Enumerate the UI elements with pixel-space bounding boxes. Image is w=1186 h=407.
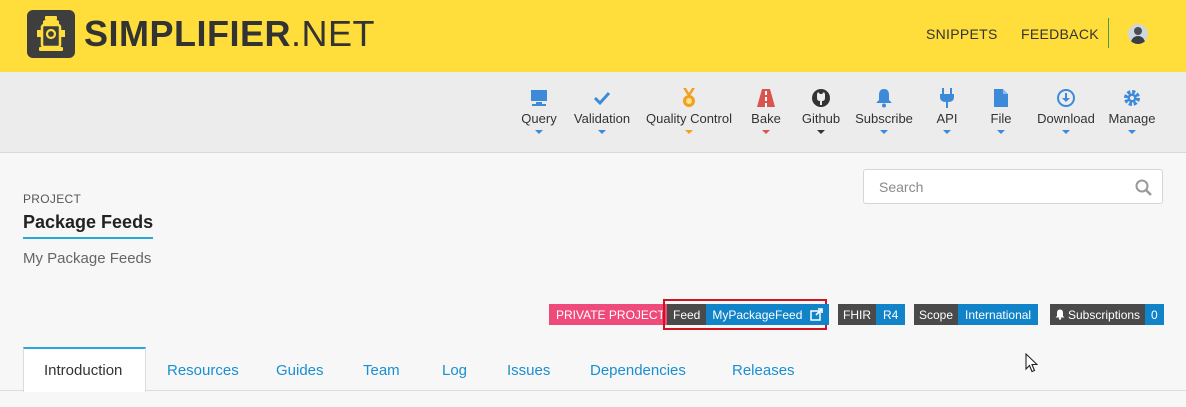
toolbar-download-label: Download xyxy=(1037,111,1095,126)
toolbar-validation[interactable]: Validation xyxy=(573,88,631,138)
github-icon xyxy=(812,89,830,107)
brand-suffix: .NET xyxy=(291,13,376,54)
private-project-label: PRIVATE PROJECT xyxy=(549,304,672,325)
tab-team[interactable]: Team xyxy=(363,347,400,391)
tab-guides[interactable]: Guides xyxy=(276,347,324,391)
toolbar-bake-label: Bake xyxy=(751,111,781,126)
chevron-down-icon xyxy=(997,130,1005,134)
toolbar-file[interactable]: File xyxy=(987,88,1015,138)
tab-issues[interactable]: Issues xyxy=(507,347,550,391)
subscriptions-label: Subscriptions xyxy=(1068,307,1141,322)
nav-snippets-link[interactable]: SNIPPETS xyxy=(926,26,998,42)
toolbar-quality-control[interactable]: Quality Control xyxy=(645,88,733,138)
chevron-down-icon xyxy=(1062,130,1070,134)
toolbar-query[interactable]: Query xyxy=(519,88,559,138)
tab-log[interactable]: Log xyxy=(442,347,467,391)
gear-icon xyxy=(1124,90,1140,106)
project-kicker: PROJECT xyxy=(23,192,82,206)
file-icon xyxy=(994,89,1008,107)
toolbar-manage[interactable]: Manage xyxy=(1108,88,1156,138)
bell-icon xyxy=(876,89,892,108)
toolbar-query-label: Query xyxy=(521,111,557,126)
toolbar-subscribe-label: Subscribe xyxy=(855,111,913,126)
private-project-badge: PRIVATE PROJECT xyxy=(549,304,672,325)
tab-resources[interactable]: Resources xyxy=(167,347,239,391)
toolbar-api-label: API xyxy=(936,111,958,126)
brand-main: SIMPLIFIER xyxy=(84,13,292,54)
toolbar-manage-label: Manage xyxy=(1108,111,1156,126)
chevron-down-icon xyxy=(880,130,888,134)
project-tabs: Introduction Resources Guides Team Log I… xyxy=(0,347,1186,392)
page-title: Package Feeds xyxy=(23,212,154,239)
feed-badge[interactable]: Feed MyPackageFeed xyxy=(667,304,830,325)
toolbar-api[interactable]: API xyxy=(931,88,963,138)
road-icon xyxy=(757,89,775,107)
chevron-down-icon xyxy=(598,130,606,134)
scope-badge: Scope International xyxy=(914,304,1039,325)
fhir-badge: FHIR R4 xyxy=(838,304,906,325)
check-icon xyxy=(593,91,611,106)
chevron-down-icon xyxy=(535,130,543,134)
subscriptions-count: 0 xyxy=(1145,304,1164,325)
bell-icon xyxy=(1055,309,1065,320)
toolbar-file-label: File xyxy=(990,111,1012,126)
user-avatar[interactable] xyxy=(1128,24,1148,44)
fhir-value: R4 xyxy=(876,304,906,325)
search-icon[interactable] xyxy=(1135,179,1152,196)
top-header: SIMPLIFIER.NET SNIPPETS FEEDBACK xyxy=(0,0,1186,72)
chevron-down-icon xyxy=(1128,130,1136,134)
fhir-label: FHIR xyxy=(838,304,876,325)
toolbar-bake[interactable]: Bake xyxy=(750,88,782,138)
toolbar-subscribe[interactable]: Subscribe xyxy=(855,88,913,138)
chevron-down-icon xyxy=(817,130,825,134)
nav-feedback-link[interactable]: FEEDBACK xyxy=(1021,26,1099,42)
toolbar-quality-control-label: Quality Control xyxy=(646,111,732,126)
hydrant-logo-icon[interactable] xyxy=(27,10,75,58)
feed-value: MyPackageFeed xyxy=(706,304,807,325)
tab-dependencies[interactable]: Dependencies xyxy=(590,347,686,391)
toolbar-github-label: Github xyxy=(801,111,841,126)
subscriptions-label-wrap: Subscriptions xyxy=(1050,304,1146,325)
medal-icon xyxy=(683,88,695,107)
chevron-down-icon xyxy=(685,130,693,134)
feed-label: Feed xyxy=(667,304,707,325)
project-subtitle: My Package Feeds xyxy=(23,250,152,267)
tab-releases[interactable]: Releases xyxy=(732,347,795,391)
project-toolbar: Query Validation Quality Control Bake Gi… xyxy=(0,72,1186,153)
external-link-icon[interactable] xyxy=(806,304,830,325)
search-input[interactable] xyxy=(864,170,1124,203)
toolbar-download[interactable]: Download xyxy=(1036,88,1096,138)
scope-label: Scope xyxy=(914,304,959,325)
plug-icon xyxy=(940,88,954,108)
monitor-icon xyxy=(531,90,547,106)
nav-divider xyxy=(1108,18,1109,48)
tab-introduction[interactable]: Introduction xyxy=(23,347,146,392)
mouse-cursor-icon xyxy=(1025,353,1038,373)
subscriptions-badge[interactable]: Subscriptions 0 xyxy=(1050,304,1164,325)
toolbar-validation-label: Validation xyxy=(573,111,631,126)
toolbar-github[interactable]: Github xyxy=(800,88,842,138)
brand-name[interactable]: SIMPLIFIER.NET xyxy=(84,14,375,54)
chevron-down-icon xyxy=(943,130,951,134)
download-icon xyxy=(1057,89,1075,107)
scope-value: International xyxy=(958,304,1039,325)
search-box xyxy=(863,169,1163,204)
chevron-down-icon xyxy=(762,130,770,134)
